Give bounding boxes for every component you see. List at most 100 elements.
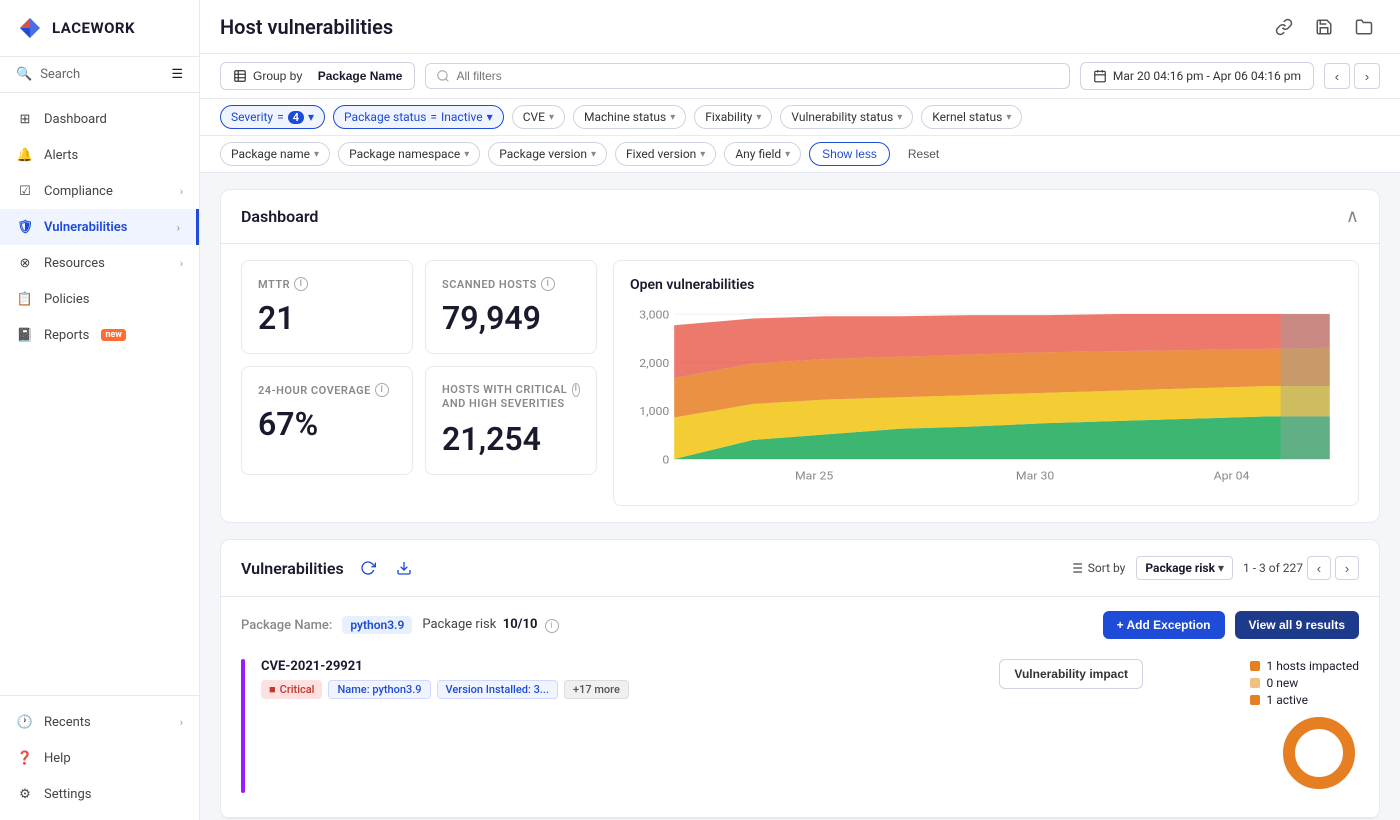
package-version-filter[interactable]: Package version ▾ — [488, 142, 607, 166]
any-field-filter[interactable]: Any field ▾ — [724, 142, 801, 166]
fixed-version-filter[interactable]: Fixed version ▾ — [615, 142, 716, 166]
hosts-impacted-label: 1 hosts impacted — [1266, 659, 1359, 673]
sidebar-item-label: Policies — [44, 292, 89, 307]
hosts-active-item: 1 active — [1250, 693, 1359, 707]
package-name-filter[interactable]: Package name ▾ — [220, 142, 330, 166]
pagination-next-button[interactable]: › — [1335, 556, 1359, 580]
date-range-text: Mar 20 04:16 pm - Apr 06 04:16 pm — [1113, 69, 1301, 83]
sidebar-item-label: Reports — [44, 328, 89, 343]
download-button[interactable] — [390, 554, 418, 582]
refresh-button[interactable] — [354, 554, 382, 582]
sidebar-item-vulnerabilities[interactable]: 🛡 Vulnerabilities › — [0, 209, 199, 245]
package-namespace-filter[interactable]: Package namespace ▾ — [338, 142, 480, 166]
link-icon — [1275, 18, 1293, 36]
chevron-down-icon: ▾ — [464, 149, 469, 160]
sidebar-item-reports[interactable]: 📓 Reports new — [0, 317, 199, 353]
sidebar-search-btn[interactable]: 🔍 Search ☰ — [0, 57, 199, 93]
cve-version-tag: Version Installed: 3... — [437, 680, 558, 699]
sidebar-item-settings[interactable]: ⚙ Settings — [0, 776, 199, 812]
machine-status-filter[interactable]: Machine status ▾ — [573, 105, 686, 129]
hosts-info: 1 hosts impacted 0 new 1 active — [1250, 659, 1359, 707]
menu-icon[interactable]: ☰ — [171, 67, 183, 82]
sidebar-item-resources[interactable]: ⊗ Resources › — [0, 245, 199, 281]
link-button[interactable] — [1268, 11, 1300, 43]
mttr-info-icon[interactable]: i — [294, 277, 308, 291]
package-name-badge[interactable]: python3.9 — [342, 616, 412, 634]
settings-icon: ⚙ — [16, 785, 34, 803]
sort-icon — [1068, 560, 1084, 576]
vulnerabilities-chart-svg: 3,000 2,000 1,000 0 — [630, 305, 1342, 485]
sidebar-item-compliance[interactable]: ☑ Compliance › — [0, 173, 199, 209]
severity-filter-chip[interactable]: Severity = 4 ▾ — [220, 105, 325, 129]
svg-text:Mar 30: Mar 30 — [1016, 469, 1054, 482]
sort-dropdown[interactable]: Package risk ▾ — [1136, 556, 1233, 580]
group-by-value: Package Name — [318, 69, 403, 83]
dashboard-card-header: Dashboard ∧ — [221, 190, 1379, 244]
date-range-picker[interactable]: Mar 20 04:16 pm - Apr 06 04:16 pm — [1080, 62, 1314, 90]
filter-input[interactable] — [456, 69, 1058, 83]
chevron-right-icon: › — [180, 257, 183, 270]
save-button[interactable] — [1308, 11, 1340, 43]
add-exception-button[interactable]: + Add Exception — [1103, 611, 1225, 639]
filter-bar-row1: Severity = 4 ▾ Package status = Inactive… — [200, 99, 1400, 136]
collapse-dashboard-button[interactable]: ∧ — [1346, 206, 1359, 227]
kernel-status-filter[interactable]: Kernel status ▾ — [921, 105, 1022, 129]
header-actions — [1268, 11, 1380, 43]
vuln-status-filter[interactable]: Vulnerability status ▾ — [780, 105, 913, 129]
sort-control: Sort by Package risk ▾ — [1068, 556, 1233, 580]
vulnerability-impact-button[interactable]: Vulnerability impact — [999, 659, 1143, 689]
sidebar-item-label: Help — [44, 751, 71, 766]
package-row: Package Name: python3.9 Package risk 10/… — [221, 597, 1379, 818]
critical-hosts-value: 21,254 — [442, 420, 580, 458]
sidebar-item-alerts[interactable]: 🔔 Alerts — [0, 137, 199, 173]
chevron-right-icon: › — [180, 716, 183, 729]
search-icon: 🔍 — [16, 67, 32, 82]
date-navigation: ‹ › — [1324, 63, 1380, 89]
cve-info: CVE-2021-29921 Critical Name: python3.9 … — [261, 659, 983, 699]
cve-name-tag: Name: python3.9 — [328, 680, 430, 699]
cve-more-tag[interactable]: +17 more — [564, 680, 629, 699]
chevron-down-icon: ▾ — [314, 149, 319, 160]
group-by-button[interactable]: Group by Package Name — [220, 62, 415, 90]
view-results-button[interactable]: View all 9 results — [1235, 611, 1360, 639]
critical-hosts-label: HOSTS WITH CRITICAL AND HIGH SEVERITIES … — [442, 383, 580, 412]
chevron-down-icon: ▾ — [591, 149, 596, 160]
cve-filter[interactable]: CVE ▾ — [512, 105, 565, 129]
critical-hosts-info-icon[interactable]: i — [572, 383, 580, 397]
pagination: 1 - 3 of 227 ‹ › — [1243, 556, 1359, 580]
coverage-info-icon[interactable]: i — [375, 383, 389, 397]
date-next-button[interactable]: › — [1354, 63, 1380, 89]
sidebar-item-dashboard[interactable]: ⊞ Dashboard — [0, 101, 199, 137]
sidebar-item-help[interactable]: ❓ Help — [0, 740, 199, 776]
date-prev-button[interactable]: ‹ — [1324, 63, 1350, 89]
sidebar-item-label: Recents — [44, 715, 91, 730]
scanned-hosts-value: 79,949 — [442, 299, 580, 337]
refresh-icon — [360, 560, 376, 576]
filter-search[interactable] — [425, 63, 1069, 89]
folder-button[interactable] — [1348, 11, 1380, 43]
sidebar-item-recents[interactable]: 🕐 Recents › — [0, 704, 199, 740]
sidebar-nav: ⊞ Dashboard 🔔 Alerts ☑ Compliance › 🛡 Vu… — [0, 93, 199, 695]
fixability-filter[interactable]: Fixability ▾ — [694, 105, 772, 129]
filter-bar-row2: Package name ▾ Package namespace ▾ Packa… — [200, 136, 1400, 173]
hosts-active-label: 1 active — [1266, 693, 1307, 707]
sort-value: Package risk — [1145, 561, 1215, 575]
scanned-hosts-info-icon[interactable]: i — [541, 277, 555, 291]
fixed-version-label: Fixed version — [626, 147, 696, 161]
folder-icon — [1355, 18, 1373, 36]
pagination-prev-button[interactable]: ‹ — [1307, 556, 1331, 580]
toolbar-row1: Group by Package Name Mar 20 04:16 pm - … — [200, 54, 1400, 99]
svg-text:Apr 04: Apr 04 — [1214, 469, 1250, 482]
reset-button[interactable]: Reset — [898, 143, 949, 165]
cve-id[interactable]: CVE-2021-29921 — [261, 659, 983, 674]
vuln-header-actions — [354, 554, 418, 582]
table-icon — [233, 69, 247, 83]
page-header: Host vulnerabilities — [200, 0, 1400, 54]
sidebar-bottom: 🕐 Recents › ❓ Help ⚙ Settings — [0, 695, 199, 820]
svg-text:2,000: 2,000 — [639, 356, 669, 369]
sidebar-item-policies[interactable]: 📋 Policies — [0, 281, 199, 317]
package-status-filter-chip[interactable]: Package status = Inactive ▾ — [333, 105, 504, 129]
show-less-button[interactable]: Show less — [809, 142, 890, 166]
package-risk-info-icon[interactable]: i — [545, 619, 559, 633]
hosts-impacted-item: 1 hosts impacted — [1250, 659, 1359, 673]
